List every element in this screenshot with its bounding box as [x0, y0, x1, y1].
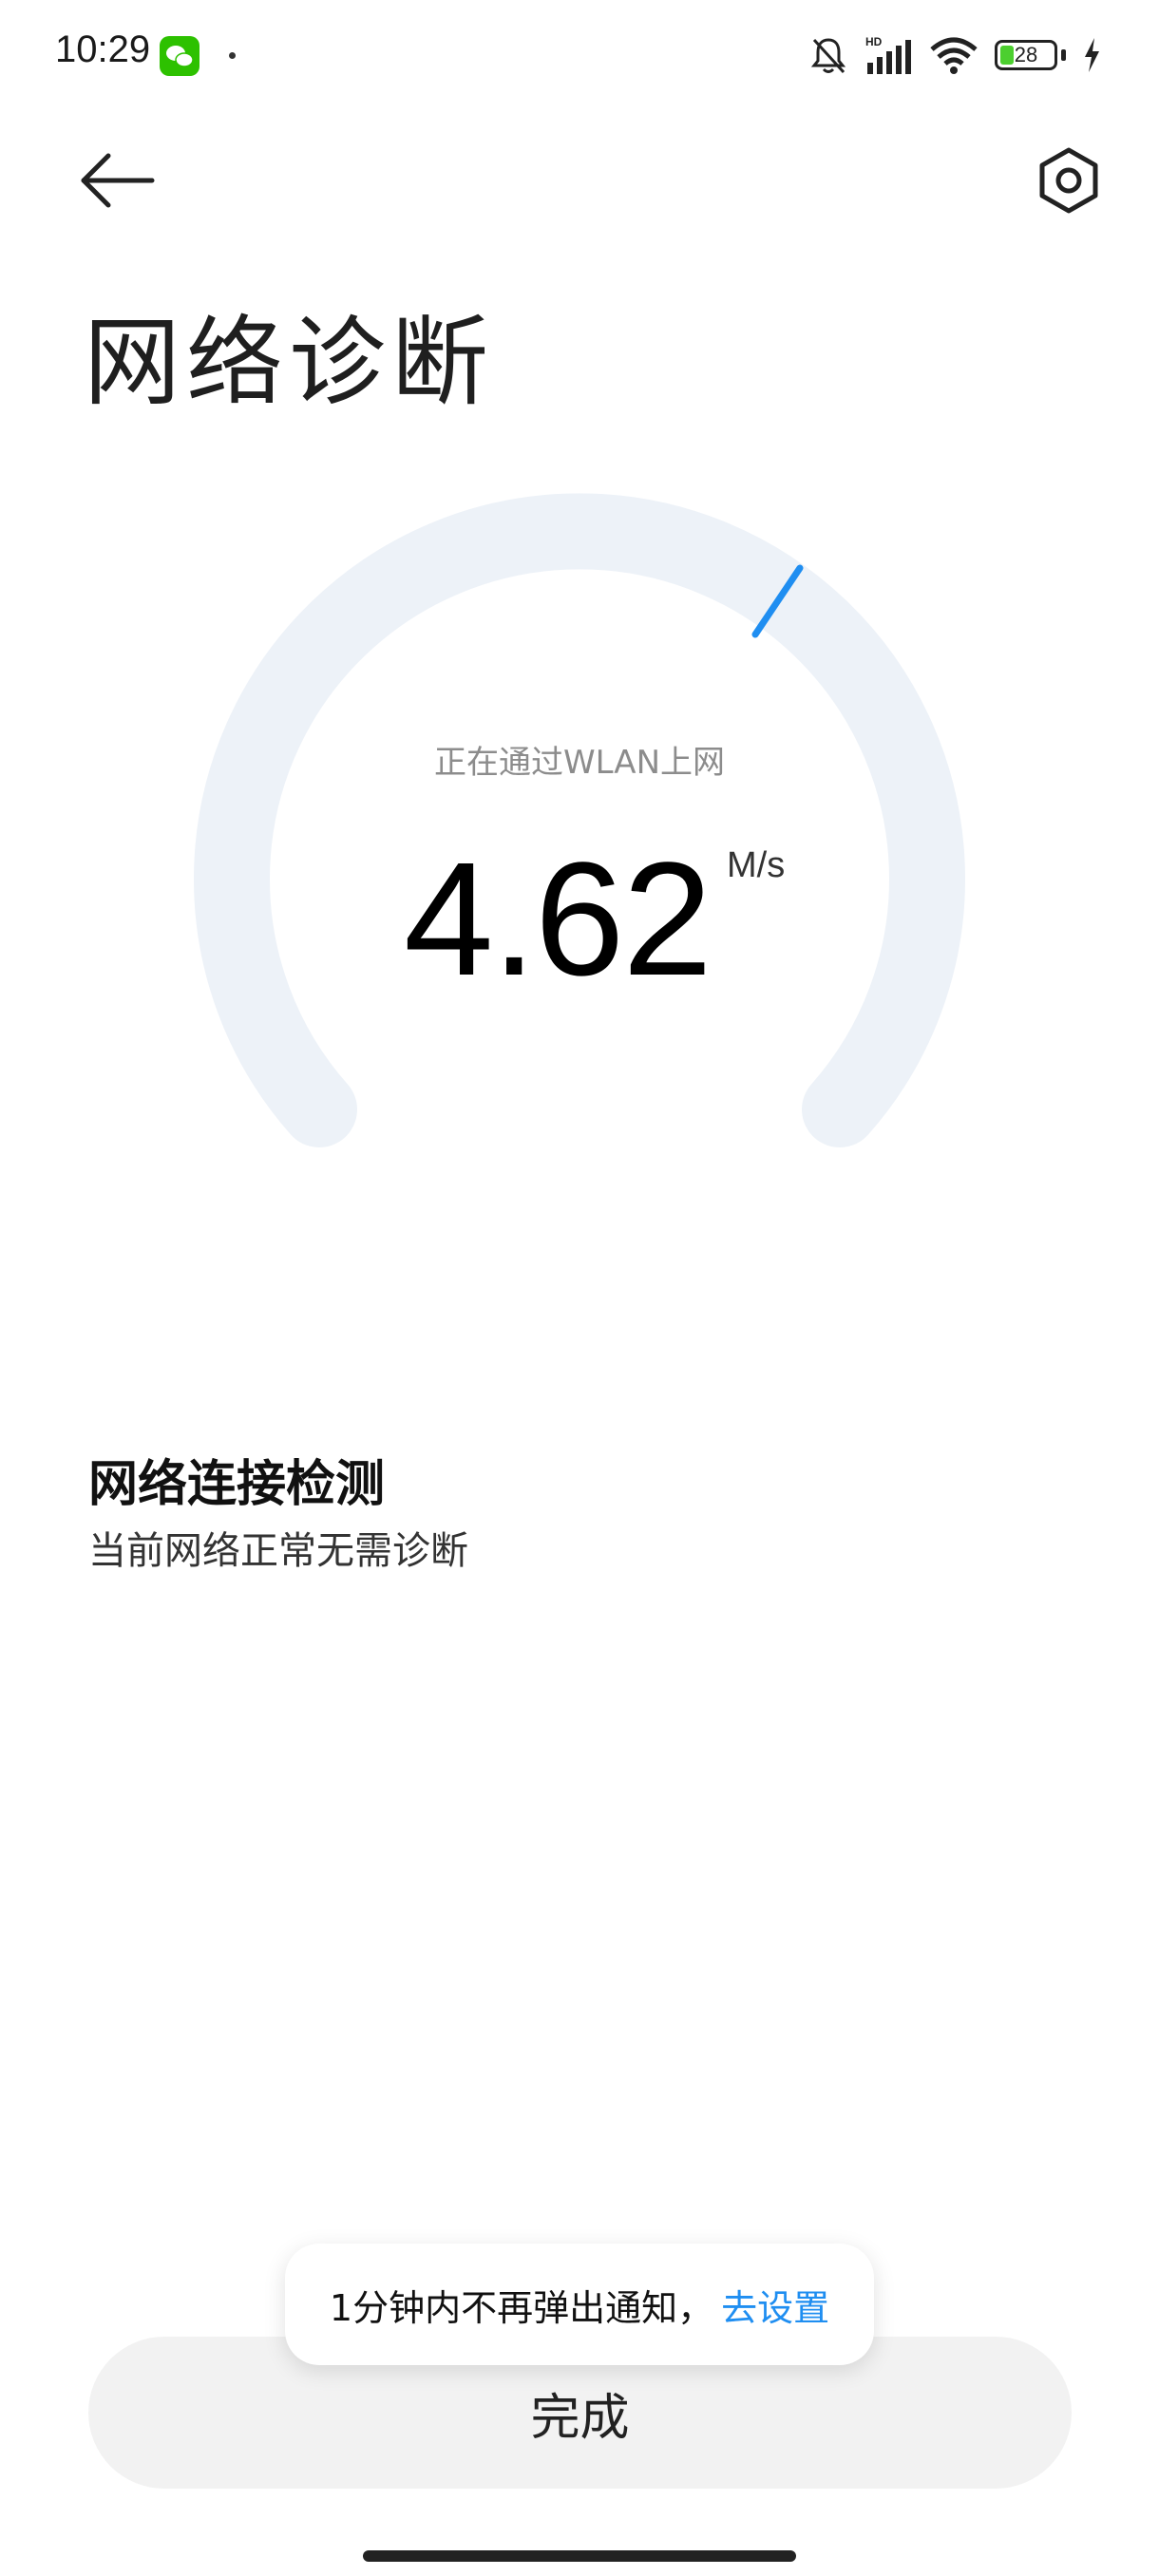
- home-indicator[interactable]: [363, 2550, 796, 2562]
- speed-gauge: [194, 493, 965, 1147]
- toast-message: 1分钟内不再弹出通知，: [329, 2286, 714, 2329]
- gauge-track: [194, 493, 965, 1147]
- connection-check-title: 网络连接检测: [88, 1456, 386, 1513]
- connection-check-description: 当前网络正常无需诊断: [88, 1529, 468, 1573]
- speed-unit: M/s: [727, 845, 786, 885]
- notification-toast: 1分钟内不再弹出通知， 去设置: [285, 2244, 874, 2365]
- go-settings-link[interactable]: 去设置: [721, 2279, 829, 2331]
- speed-value: 4.62: [404, 829, 712, 1010]
- done-button-label: 完成: [530, 2389, 630, 2447]
- connection-status-text: 正在通过WLAN上网: [433, 744, 726, 782]
